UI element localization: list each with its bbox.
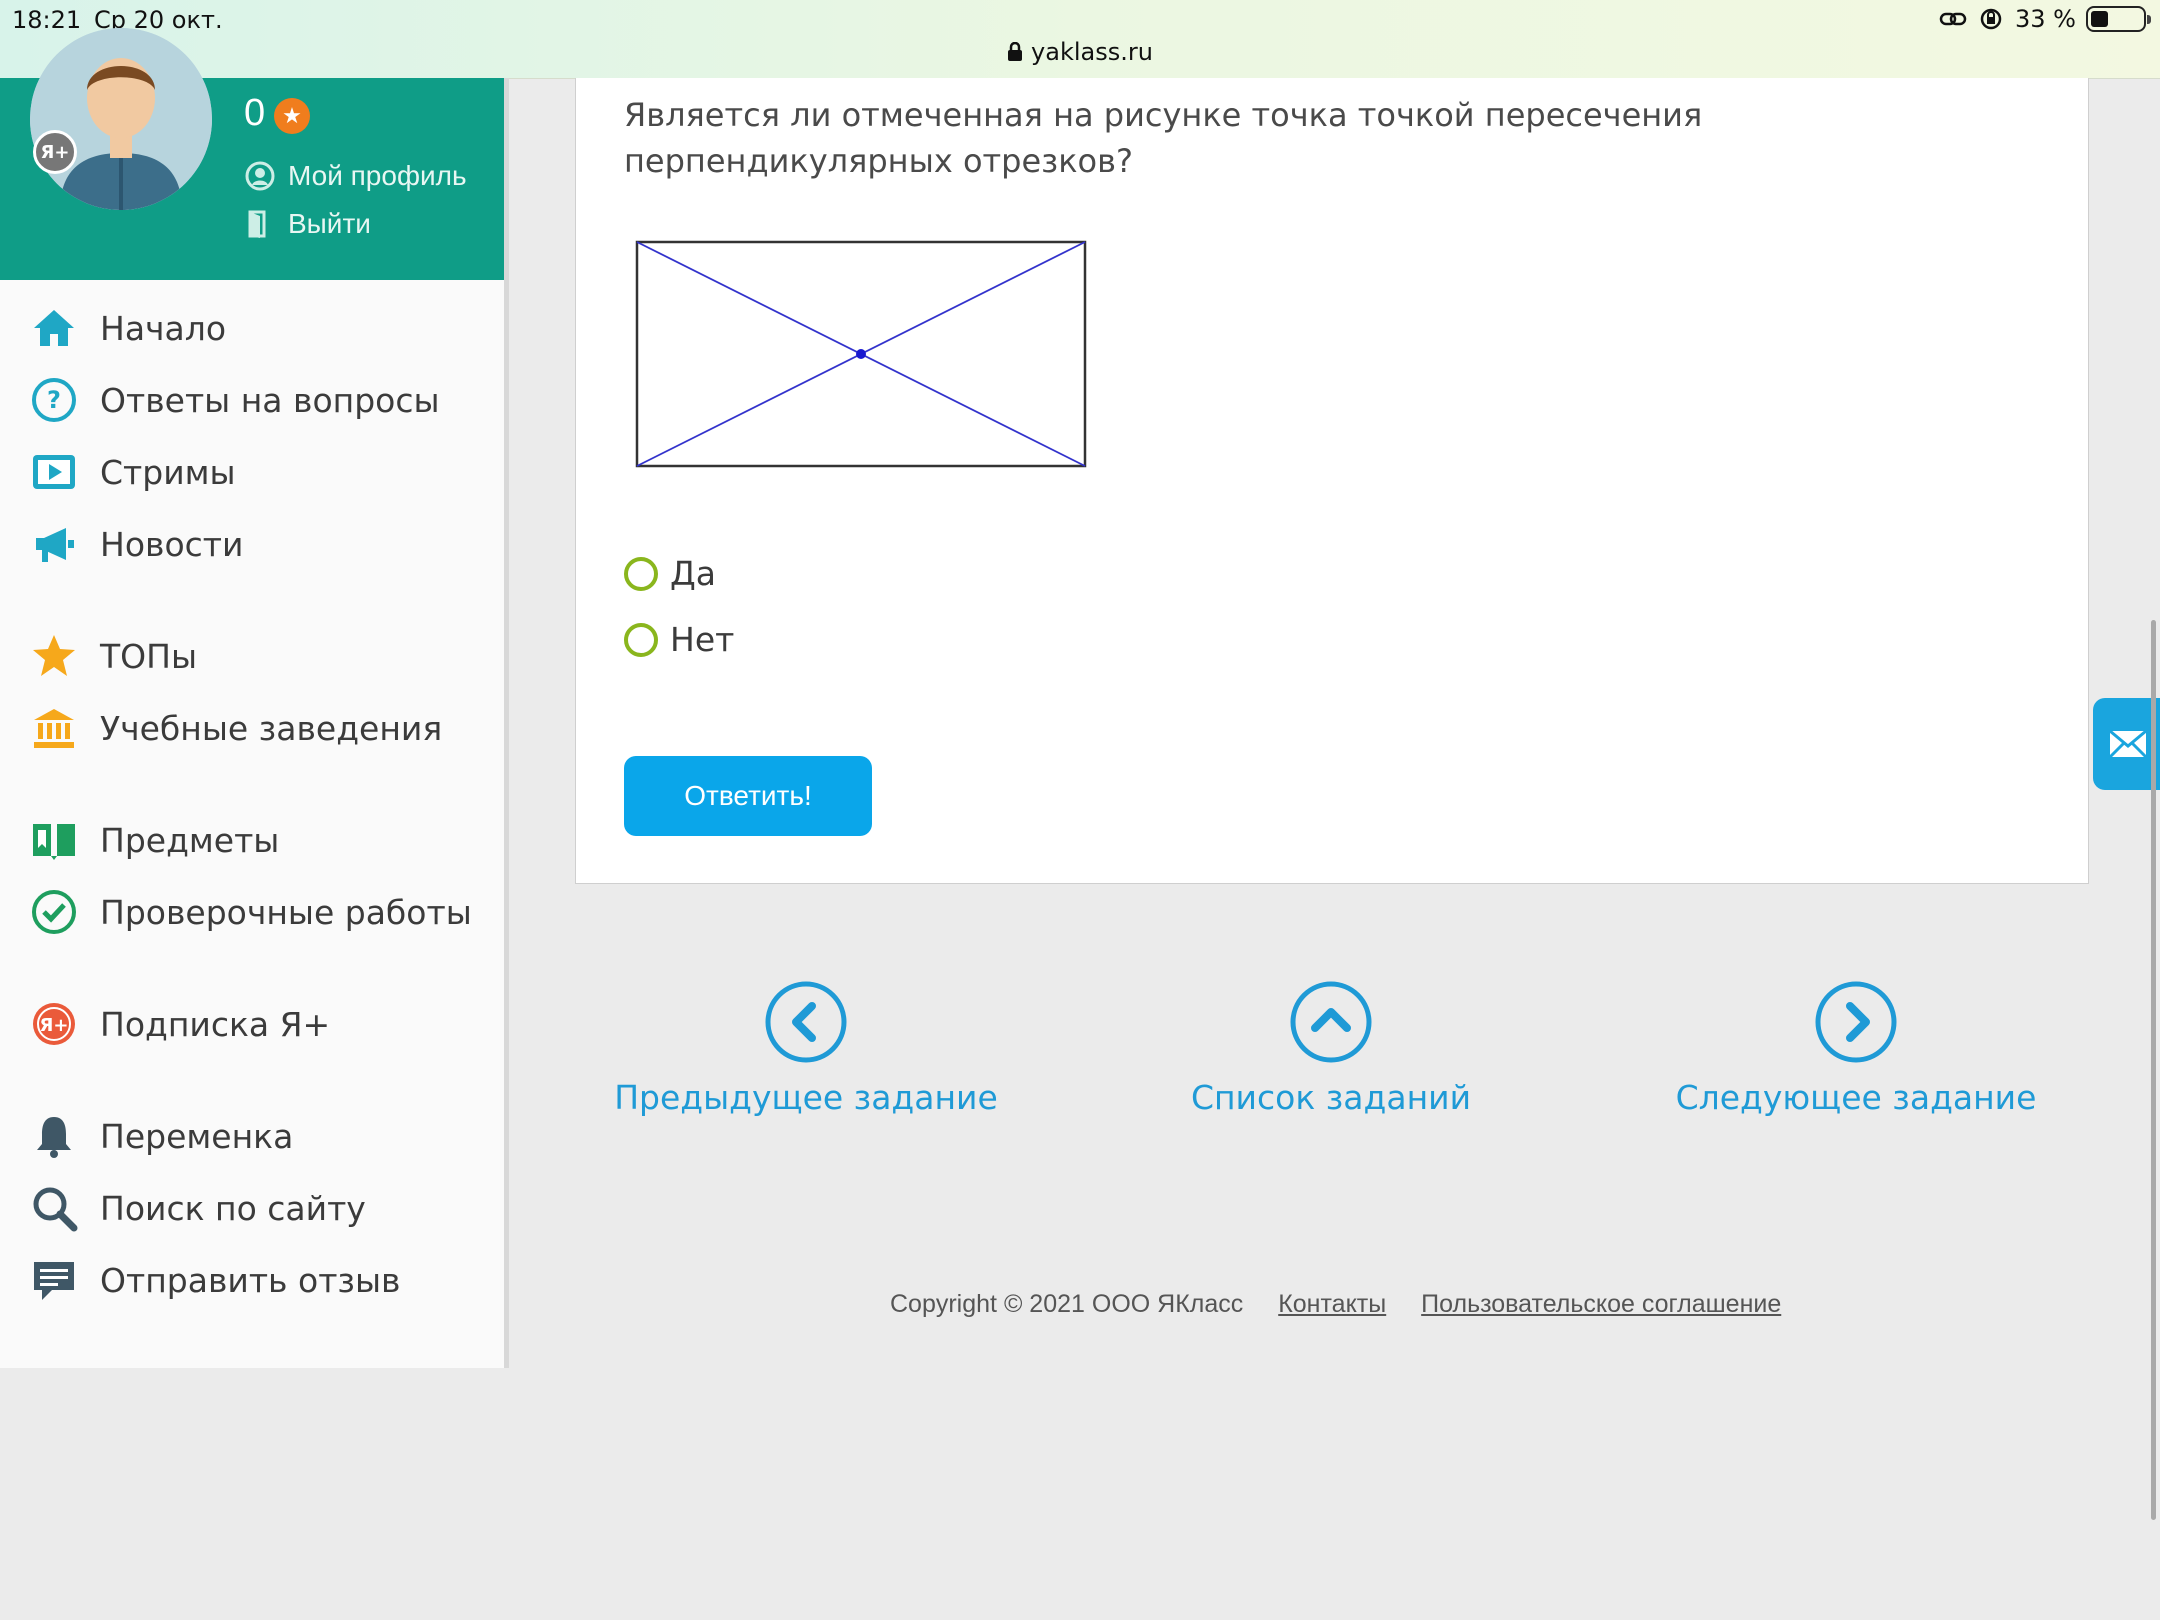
check-circle-icon [32, 890, 76, 934]
comment-icon [34, 1262, 74, 1300]
book-icon [33, 824, 75, 860]
search-icon [33, 1187, 78, 1232]
sidebar-item-label: Учебные заведения [100, 708, 443, 748]
avatar[interactable] [30, 28, 212, 210]
option-yes[interactable]: Да [624, 554, 716, 593]
prev-task-button[interactable]: Предыдущее задание [596, 980, 1016, 1117]
sidebar-item-institutions[interactable]: Учебные заведения [30, 700, 442, 756]
sidebar-item-label: Ответы на вопросы [100, 380, 440, 420]
sidebar-item-label: Переменка [100, 1116, 294, 1156]
megaphone-icon [36, 528, 74, 562]
task-list-label: Список заданий [1190, 1078, 1472, 1117]
exit-door-icon [248, 210, 266, 238]
chevron-right-icon [1815, 981, 1897, 1063]
option-no[interactable]: Нет [624, 620, 734, 659]
sidebar-item-label: Начало [100, 308, 227, 348]
sidebar-item-subjects[interactable]: Предметы [30, 812, 279, 868]
radio-button[interactable] [624, 622, 658, 657]
contacts-link[interactable]: Контакты [1278, 1290, 1386, 1318]
bell-icon [37, 1117, 71, 1158]
sidebar-item-label: Проверочные работы [100, 892, 472, 932]
next-task-button[interactable]: Следующее задание [1646, 980, 2066, 1117]
user-agreement-link[interactable]: Пользовательское соглашение [1421, 1290, 1781, 1318]
scrollbar[interactable] [2151, 620, 2156, 1520]
sidebar-item-streams[interactable]: Стримы [30, 444, 236, 500]
feedback-tab[interactable] [2093, 698, 2160, 790]
task-list-button[interactable]: Список заданий [1121, 980, 1541, 1117]
profile-panel: Я+ 0 ★ Мой профиль Выйти [0, 28, 504, 280]
question-text: Является ли отмеченная на рисунке точка … [624, 96, 1703, 180]
home-icon [34, 310, 74, 346]
star-icon: ★ [274, 98, 310, 134]
sidebar-item-feedback[interactable]: Отправить отзыв [30, 1252, 400, 1308]
sidebar-divider [504, 78, 509, 1368]
status-right: 33 % [1939, 5, 2151, 33]
battery-icon [2086, 6, 2151, 32]
sidebar-item-answers[interactable]: ? Ответы на вопросы [30, 372, 440, 428]
sidebar-item-label: Отправить отзыв [100, 1260, 401, 1300]
sidebar-item-label: Новости [100, 524, 244, 564]
svg-text:Я+: Я+ [40, 1015, 69, 1036]
task-figure [635, 240, 1087, 468]
question-icon: ? [32, 378, 76, 422]
task-card: Является ли отмеченная на рисунке точка … [575, 78, 2089, 884]
sidebar-item-tops[interactable]: ТОПы [30, 628, 197, 684]
status-time: 18:21 [12, 6, 82, 34]
sidebar-item-label: Поиск по сайту [100, 1188, 366, 1228]
sidebar-item-break[interactable]: Переменка [30, 1108, 293, 1164]
my-profile-label: Мой профиль [288, 160, 467, 191]
sidebar-item-news[interactable]: Новости [30, 516, 243, 572]
sidebar-item-home[interactable]: Начало [30, 300, 226, 356]
figure-intersection-point [856, 349, 866, 359]
rotation-lock-icon [1980, 8, 2002, 30]
sidebar-item-search[interactable]: Поиск по сайту [30, 1180, 366, 1236]
option-label: Нет [670, 620, 735, 659]
status-bar: 18:21 Ср 20 окт. 33 % yaklass.ru [0, 0, 2160, 79]
sidebar-item-label: ТОПы [100, 636, 198, 676]
footer: Copyright © 2021 ООО ЯКласс Контакты Пол… [890, 1290, 1781, 1319]
address-bar[interactable]: yaklass.ru [0, 38, 2160, 66]
radio-button[interactable] [624, 556, 658, 591]
chevron-left-icon [765, 981, 847, 1063]
sidebar-item-label: Подписка Я+ [100, 1004, 331, 1044]
logout-label: Выйти [288, 208, 371, 239]
svg-text:?: ? [47, 386, 61, 414]
institution-icon [34, 709, 74, 748]
sidebar-item-label: Стримы [100, 452, 236, 492]
sidebar: Я+ 0 ★ Мой профиль Выйти Начало ? Ответы… [0, 28, 504, 1368]
play-icon [33, 455, 75, 489]
envelope-icon [2108, 729, 2148, 759]
sidebar-item-tests[interactable]: Проверочные работы [30, 884, 472, 940]
ya-plus-badge: Я+ [33, 130, 77, 174]
link-icon [1939, 12, 1967, 26]
lock-icon [1008, 42, 1023, 61]
points-count: 0 [244, 92, 266, 134]
my-profile-link[interactable]: Мой профиль [244, 160, 467, 192]
star-icon [33, 635, 75, 676]
copyright-text: Copyright © 2021 ООО ЯКласс [890, 1290, 1244, 1318]
battery-percent: 33 % [2015, 5, 2076, 33]
submit-answer-button[interactable]: Ответить! [624, 756, 872, 836]
prev-task-label: Предыдущее задание [614, 1078, 998, 1117]
chevron-up-icon [1290, 981, 1372, 1063]
sidebar-item-subscription[interactable]: Я+ Подписка Я+ [30, 996, 330, 1052]
avatar-image [30, 28, 212, 210]
ya-plus-icon: Я+ [33, 1003, 75, 1045]
next-task-label: Следующее задание [1675, 1078, 2037, 1117]
option-label: Да [670, 554, 717, 593]
logout-link[interactable]: Выйти [244, 208, 371, 240]
user-circle-icon [245, 161, 275, 191]
url-text: yaklass.ru [1031, 38, 1153, 66]
sidebar-item-label: Предметы [100, 820, 280, 860]
